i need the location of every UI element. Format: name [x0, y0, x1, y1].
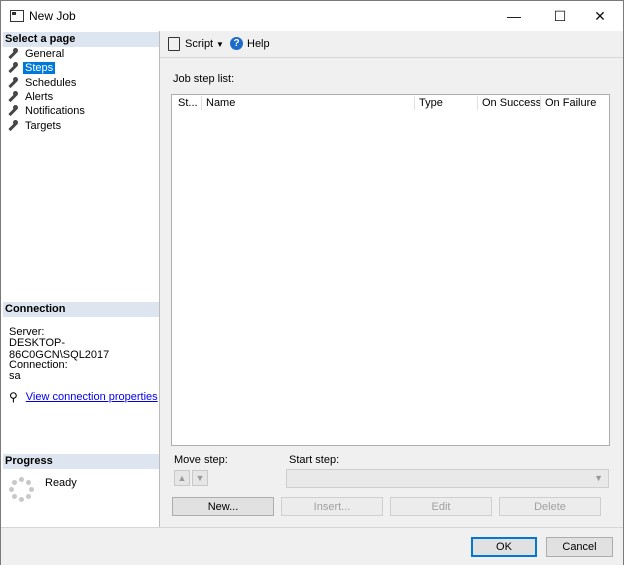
server-value: DESKTOP-86C0GCN\SQL2017: [9, 337, 110, 361]
column-header-name[interactable]: Name: [206, 97, 235, 109]
help-button[interactable]: ? Help: [230, 37, 270, 50]
page-item-steps[interactable]: Steps: [7, 61, 56, 75]
wrench-icon: [7, 48, 19, 60]
page-item-label: Targets: [25, 120, 62, 132]
title-bar: New Job — ☐ ✕: [1, 1, 623, 31]
wrench-icon: [7, 77, 19, 89]
grid-header: St... Name Type On Success On Failure: [172, 95, 609, 111]
wrench-icon: [7, 120, 19, 132]
ok-button[interactable]: OK: [471, 537, 537, 557]
view-connection-properties-link[interactable]: View connection properties: [26, 391, 158, 403]
job-window-icon: [10, 10, 24, 22]
wrench-icon: [7, 62, 19, 74]
column-header-on-failure[interactable]: On Failure: [545, 97, 596, 109]
connection-header: Connection: [3, 302, 159, 317]
view-connection-properties[interactable]: ⚲ View connection properties: [9, 390, 158, 404]
toolbar: Script ▼ ? Help: [160, 31, 623, 58]
connection-value: sa: [9, 370, 21, 382]
column-header-step[interactable]: St...: [178, 97, 198, 109]
script-icon: [168, 37, 180, 51]
new-job-dialog: New Job — ☐ ✕ Select a page General Step…: [0, 0, 624, 565]
page-item-alerts[interactable]: Alerts: [7, 90, 55, 104]
page-item-label: Steps: [23, 62, 56, 74]
progress-status: Ready: [45, 477, 77, 489]
page-item-targets[interactable]: Targets: [7, 119, 63, 133]
progress-spinner-icon: [9, 477, 35, 503]
page-item-notifications[interactable]: Notifications: [7, 104, 87, 118]
insert-step-button[interactable]: Insert...: [281, 497, 383, 516]
script-dropdown-arrow[interactable]: ▼: [216, 40, 224, 49]
page-item-label: Alerts: [25, 91, 54, 103]
cancel-button[interactable]: Cancel: [546, 537, 613, 557]
new-step-button[interactable]: New...: [172, 497, 274, 516]
chevron-down-icon: ▼: [594, 473, 603, 483]
progress-header: Progress: [3, 454, 159, 469]
minimize-button[interactable]: —: [491, 1, 537, 31]
page-item-label: Schedules: [25, 77, 77, 89]
help-label: Help: [247, 37, 270, 50]
left-panel: Select a page General Steps Schedules Al…: [1, 31, 160, 527]
start-step-select[interactable]: ▼: [286, 469, 609, 488]
page-item-label: Notifications: [25, 105, 85, 117]
dialog-button-bar: OK Cancel: [1, 527, 623, 565]
start-step-label: Start step:: [289, 454, 340, 466]
edit-step-button[interactable]: Edit: [390, 497, 492, 516]
page-item-schedules[interactable]: Schedules: [7, 76, 78, 90]
column-header-type[interactable]: Type: [419, 97, 443, 109]
move-step-up-button[interactable]: ▲: [174, 470, 190, 486]
window-title: New Job: [29, 9, 76, 23]
page-item-label: General: [25, 48, 65, 60]
wrench-icon: [7, 105, 19, 117]
delete-step-button[interactable]: Delete: [499, 497, 601, 516]
job-step-list-label: Job step list:: [173, 73, 235, 85]
move-step-down-button[interactable]: ▼: [192, 470, 208, 486]
select-page-header: Select a page: [3, 32, 159, 47]
job-step-grid[interactable]: St... Name Type On Success On Failure: [171, 94, 610, 446]
help-icon: ?: [230, 37, 243, 50]
wrench-icon: [7, 91, 19, 103]
page-item-general[interactable]: General: [7, 47, 66, 61]
column-header-on-success[interactable]: On Success: [482, 97, 541, 109]
script-label: Script: [185, 38, 214, 50]
steps-page: Script ▼ ? Help Job step list: St... Nam…: [160, 31, 623, 527]
script-button[interactable]: Script: [168, 37, 213, 51]
close-button[interactable]: ✕: [577, 1, 623, 31]
connection-properties-icon: ⚲: [9, 390, 18, 404]
move-step-label: Move step:: [174, 454, 228, 466]
